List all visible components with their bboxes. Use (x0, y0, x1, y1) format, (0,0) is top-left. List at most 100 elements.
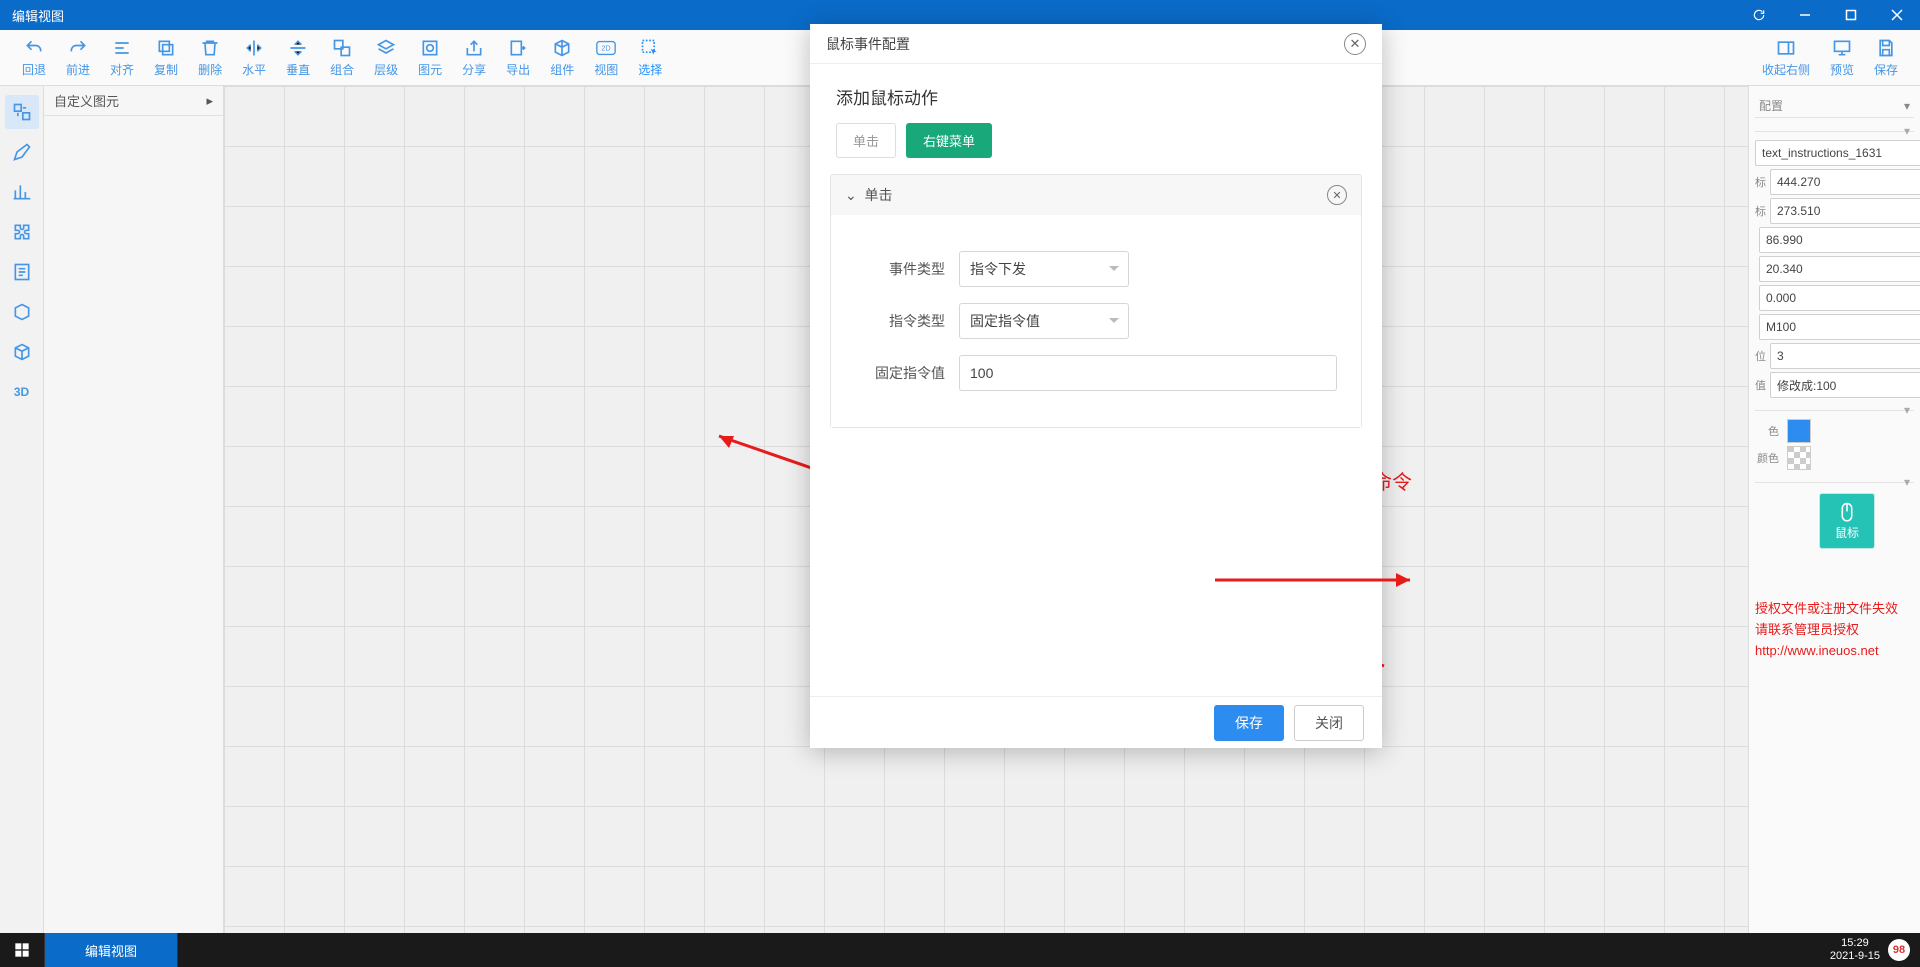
cmd-type-label: 指令类型 (855, 311, 945, 331)
tool-layer[interactable]: 层级 (374, 37, 398, 78)
rail-form-icon[interactable] (5, 255, 39, 289)
refresh-icon[interactable] (1736, 0, 1782, 30)
window-title: 编辑视图 (12, 6, 64, 25)
flip-v-icon (287, 37, 309, 59)
prop-x-input[interactable] (1770, 169, 1920, 195)
rail-3d-text-icon[interactable]: 3D (5, 375, 39, 409)
properties-panel: 配置▾ ▾ 标 标 🔗 位 值 ▾ 色 颜色 ▾ 鼠标 授权文件或注册文件失效 … (1748, 86, 1920, 933)
taskbar-app[interactable]: 编辑视图 (44, 933, 178, 967)
svg-text:2D: 2D (602, 44, 611, 53)
prop-tag-input[interactable] (1759, 314, 1920, 340)
event-type-select[interactable] (959, 251, 1129, 287)
tool-component[interactable]: 组件 (550, 37, 574, 78)
prop-r-input[interactable] (1759, 285, 1920, 311)
dialog-header: 鼠标事件配置 ✕ (810, 24, 1382, 64)
prop-w-input[interactable] (1759, 227, 1920, 253)
left-panel: 自定义图元 ▸ (44, 86, 224, 933)
tab-click[interactable]: 单击 (836, 123, 896, 158)
tool-undo[interactable]: 回退 (22, 37, 46, 78)
tool-align[interactable]: 对齐 (110, 37, 134, 78)
rail-puzzle-icon[interactable] (5, 215, 39, 249)
tool-vert[interactable]: 垂直 (286, 37, 310, 78)
left-rail: 3D (0, 86, 44, 933)
chevron-down-icon: ▾ (1904, 99, 1910, 113)
group-icon (331, 37, 353, 59)
view-2d-icon: 2D (595, 37, 617, 59)
tool-preview[interactable]: 预览 (1830, 37, 1854, 78)
tool-save[interactable]: 保存 (1874, 37, 1898, 78)
monitor-icon (1831, 37, 1853, 59)
tool-redo[interactable]: 前进 (66, 37, 90, 78)
cmd-type-select[interactable] (959, 303, 1129, 339)
chevron-down-icon: ⌄ (845, 187, 857, 203)
rail-3d-icon[interactable] (5, 295, 39, 329)
panel-icon (1775, 37, 1797, 59)
dialog-footer: 保存 关闭 (810, 696, 1382, 748)
color-swatch[interactable] (1787, 419, 1811, 443)
dialog-body: 添加鼠标动作 单击 右键菜单 ⌄ 单击 ✕ 事件类型 指令类型 固定指令值 (810, 64, 1382, 696)
copy-icon (155, 37, 177, 59)
prop-name-input[interactable] (1755, 140, 1920, 166)
mouse-icon (1837, 502, 1857, 524)
chevron-down-icon: ▾ (1904, 403, 1910, 417)
section-header[interactable]: ⌄ 单击 ✕ (831, 175, 1361, 215)
rail-pen-icon[interactable] (5, 135, 39, 169)
tool-select[interactable]: 选择 (638, 37, 662, 78)
tool-horiz[interactable]: 水平 (242, 37, 266, 78)
close-icon[interactable] (1874, 0, 1920, 30)
rail-chart-icon[interactable] (5, 175, 39, 209)
section-remove-button[interactable]: ✕ (1327, 185, 1347, 205)
license-warning: 授权文件或注册文件失效 请联系管理员授权 http://www.ineuos.n… (1755, 599, 1914, 661)
tool-view[interactable]: 2D视图 (594, 37, 618, 78)
taskbar: 编辑视图 15:29 2021-9-15 98 (0, 933, 1920, 967)
taskbar-clock[interactable]: 15:29 2021-9-15 (1830, 937, 1880, 963)
event-mouse-button[interactable]: 鼠标 (1819, 493, 1875, 549)
prop-y-input[interactable] (1770, 198, 1920, 224)
dialog-save-button[interactable]: 保存 (1214, 705, 1284, 741)
minimize-icon[interactable] (1782, 0, 1828, 30)
flip-h-icon (243, 37, 265, 59)
notification-badge[interactable]: 98 (1888, 939, 1910, 961)
maximize-icon[interactable] (1828, 0, 1874, 30)
fixed-value-input[interactable] (959, 355, 1337, 391)
tool-combine[interactable]: 组合 (330, 37, 354, 78)
fixed-value-label: 固定指令值 (855, 363, 945, 383)
tab-context-menu[interactable]: 右键菜单 (906, 123, 992, 158)
tool-collapse-right[interactable]: 收起右侧 (1762, 37, 1810, 78)
save-icon (1875, 37, 1897, 59)
dialog-section-click: ⌄ 单击 ✕ 事件类型 指令类型 固定指令值 (830, 174, 1362, 428)
tool-share[interactable]: 分享 (462, 37, 486, 78)
rp-header[interactable]: 配置▾ (1755, 94, 1914, 118)
undo-icon (23, 37, 45, 59)
mouse-event-dialog: 鼠标事件配置 ✕ 添加鼠标动作 单击 右键菜单 ⌄ 单击 ✕ 事件类型 指令类型 (810, 24, 1382, 748)
left-panel-header[interactable]: 自定义图元 ▸ (44, 86, 223, 116)
prop-digits-input[interactable] (1770, 343, 1920, 369)
redo-icon (67, 37, 89, 59)
bgcolor-swatch[interactable] (1787, 446, 1811, 470)
cube-icon (551, 37, 573, 59)
share-icon (463, 37, 485, 59)
dialog-subtitle: 添加鼠标动作 (836, 84, 1362, 109)
trash-icon (199, 37, 221, 59)
export-icon (507, 37, 529, 59)
rail-custom-icon[interactable] (5, 95, 39, 129)
start-button[interactable] (0, 933, 44, 967)
window-controls (1736, 0, 1920, 30)
shape-icon (419, 37, 441, 59)
tool-graphic[interactable]: 图元 (418, 37, 442, 78)
dialog-close-button[interactable]: ✕ (1344, 33, 1366, 55)
chevron-down-icon: ▾ (1904, 475, 1910, 489)
prop-h-input[interactable] (1759, 256, 1920, 282)
rail-3d2-icon[interactable] (5, 335, 39, 369)
prop-text-input[interactable] (1770, 372, 1920, 398)
layer-icon (375, 37, 397, 59)
chevron-down-icon: ▾ (1904, 124, 1910, 138)
tool-delete[interactable]: 删除 (198, 37, 222, 78)
tool-copy[interactable]: 复制 (154, 37, 178, 78)
tool-export[interactable]: 导出 (506, 37, 530, 78)
dialog-title: 鼠标事件配置 (826, 34, 910, 54)
align-icon (111, 37, 133, 59)
chevron-right-icon: ▸ (206, 93, 213, 109)
dialog-close-button-footer[interactable]: 关闭 (1294, 705, 1364, 741)
license-link[interactable]: http://www.ineuos.net (1755, 643, 1879, 658)
